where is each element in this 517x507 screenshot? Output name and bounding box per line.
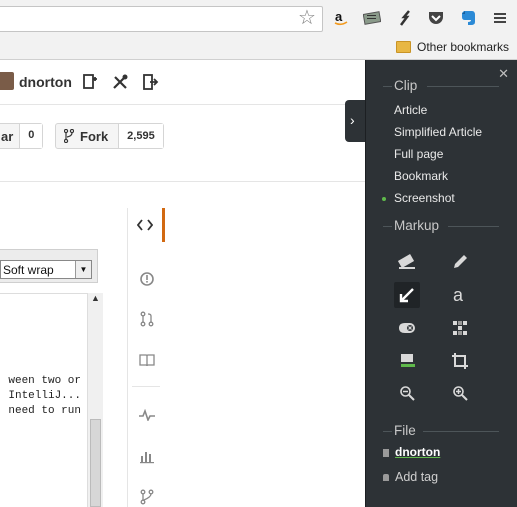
chevron-down-icon[interactable]: ▼ [75,261,91,278]
markup-heading: Markup [394,218,440,233]
clip-option-simplified-article[interactable]: Simplified Article [394,125,482,139]
menu-icon[interactable] [490,8,510,28]
arrow-tool-icon[interactable] [394,282,420,308]
code-tab-icon[interactable] [128,208,165,242]
repo-header: ar 0 Fork 2,595 [0,105,365,182]
github-header: dnorton [0,60,365,105]
screenshot-root: ☆ a Other bookmarks dnorton ar 0 Fork 2,… [0,0,517,507]
chevron-right-icon: › [350,112,355,128]
text-tool-icon[interactable]: a [447,282,473,308]
code-line: ween two or [8,375,81,387]
star-count[interactable]: 0 [19,124,43,148]
editor-scrollbar[interactable]: ▲ [87,293,103,507]
avatar[interactable] [0,72,14,90]
reader-icon[interactable] [362,8,382,28]
color-picker-icon[interactable] [394,348,420,374]
close-icon[interactable]: ✕ [498,66,509,82]
fork-label: Fork [80,129,109,144]
svg-text:a: a [335,9,343,24]
pulse-icon[interactable] [128,400,165,430]
fork-count[interactable]: 2,595 [118,124,163,148]
file-heading: File [394,423,416,438]
zoom-out-icon[interactable] [394,380,420,406]
divider [383,86,392,87]
star-button[interactable]: ar 0 [0,123,44,149]
bookmarks-bar: Other bookmarks [0,36,517,60]
soft-wrap-value: Soft wrap [3,263,54,277]
amazon-icon[interactable]: a [331,8,351,28]
browser-toolbar: ☆ a [0,0,517,36]
clip-option-article[interactable]: Article [394,103,427,117]
clip-option-screenshot[interactable]: Screenshot [394,191,455,205]
nav-divider [132,386,160,387]
settings-tools-icon[interactable] [111,73,129,91]
scroll-up-icon[interactable]: ▲ [91,293,100,303]
sign-out-icon[interactable] [141,73,159,91]
bookmark-star-icon[interactable]: ☆ [298,8,316,28]
clip-option-bookmark[interactable]: Bookmark [394,169,448,183]
divider [383,226,392,227]
crop-icon[interactable] [447,348,473,374]
graphs-icon[interactable] [128,441,165,471]
svg-text:a: a [453,286,464,304]
github-page: dnorton ar 0 Fork 2,595 Soft wrap ▼ ween… [0,60,365,507]
selected-indicator [382,197,386,201]
code-line: IntelliJ... [8,390,81,402]
pull-requests-icon[interactable] [128,304,165,334]
code-editor[interactable]: ween two or IntelliJ... need to run [0,293,87,507]
network-icon[interactable] [128,482,165,507]
fork-label-wrap: Fork [56,124,118,148]
star-label: ar [1,129,14,144]
pixelate-icon[interactable] [447,315,473,341]
repo-nav [127,208,165,507]
other-bookmarks-folder[interactable]: Other bookmarks [396,40,509,54]
fork-button[interactable]: Fork 2,595 [55,123,164,149]
evernote-icon[interactable] [458,8,478,28]
notebook-icon [383,449,389,457]
folder-icon [396,41,411,53]
collapse-panel-button[interactable]: › [345,100,366,142]
other-bookmarks-label: Other bookmarks [417,40,510,54]
stamp-icon[interactable] [394,315,420,341]
clip-option-full-page[interactable]: Full page [394,147,443,161]
new-repo-icon[interactable] [81,73,99,91]
scrollbar-thumb[interactable] [90,419,101,507]
wiki-icon[interactable] [128,345,165,375]
issues-icon[interactable] [128,264,165,294]
divider [423,431,499,432]
fork-icon [64,129,74,143]
pen-icon[interactable] [447,249,473,275]
divider [383,431,392,432]
notebook-selector[interactable]: dnorton [395,445,440,459]
tag-icon [383,474,389,481]
zoom-in-icon[interactable] [447,380,473,406]
username-link[interactable]: dnorton [19,74,72,90]
address-bar[interactable] [0,6,323,32]
add-tag-field[interactable]: Add tag [395,470,438,484]
soft-wrap-select[interactable]: Soft wrap ▼ [0,260,92,279]
lastpass-icon[interactable] [395,8,415,28]
clip-heading: Clip [394,78,418,93]
highlighter-icon[interactable] [394,249,420,275]
code-line: need to run [8,405,81,417]
clipper-panel: ✕ Clip Article Simplified Article Full p… [365,60,517,507]
divider [448,226,499,227]
divider [427,86,499,87]
pocket-icon[interactable] [426,8,446,28]
